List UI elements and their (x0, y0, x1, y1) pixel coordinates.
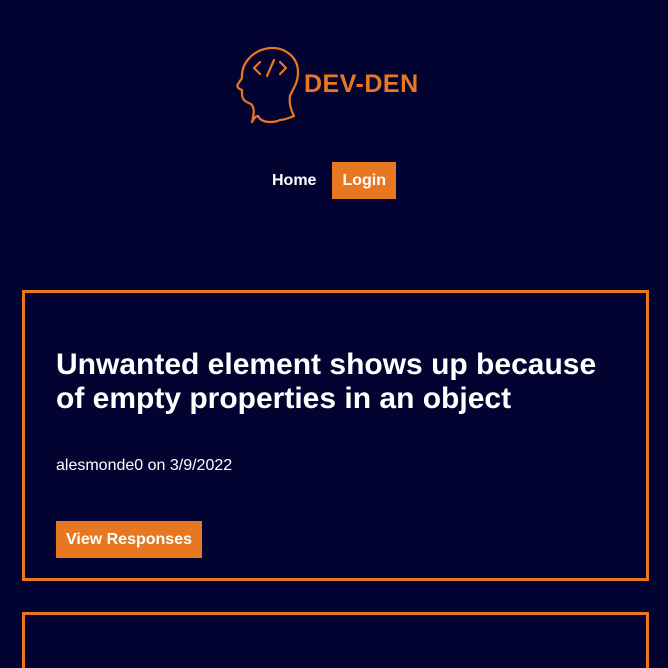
page: DEV-DEN Home Login Unwanted element show… (0, 0, 668, 668)
post-card: Unwanted element shows up because of emp… (22, 290, 649, 581)
post-title[interactable]: Unwanted element shows up because of emp… (56, 348, 616, 416)
site-logo[interactable]: DEV-DEN (234, 44, 434, 126)
head-code-icon (236, 46, 300, 124)
site-logo-text: DEV-DEN (304, 70, 419, 98)
main-nav: Home Login (0, 162, 668, 199)
nav-login-button[interactable]: Login (332, 162, 396, 199)
post-meta: alesmonde0 on 3/9/2022 (56, 457, 233, 474)
post-card (22, 612, 649, 668)
nav-home-link[interactable]: Home (272, 162, 326, 199)
view-responses-button[interactable]: View Responses (56, 521, 202, 558)
